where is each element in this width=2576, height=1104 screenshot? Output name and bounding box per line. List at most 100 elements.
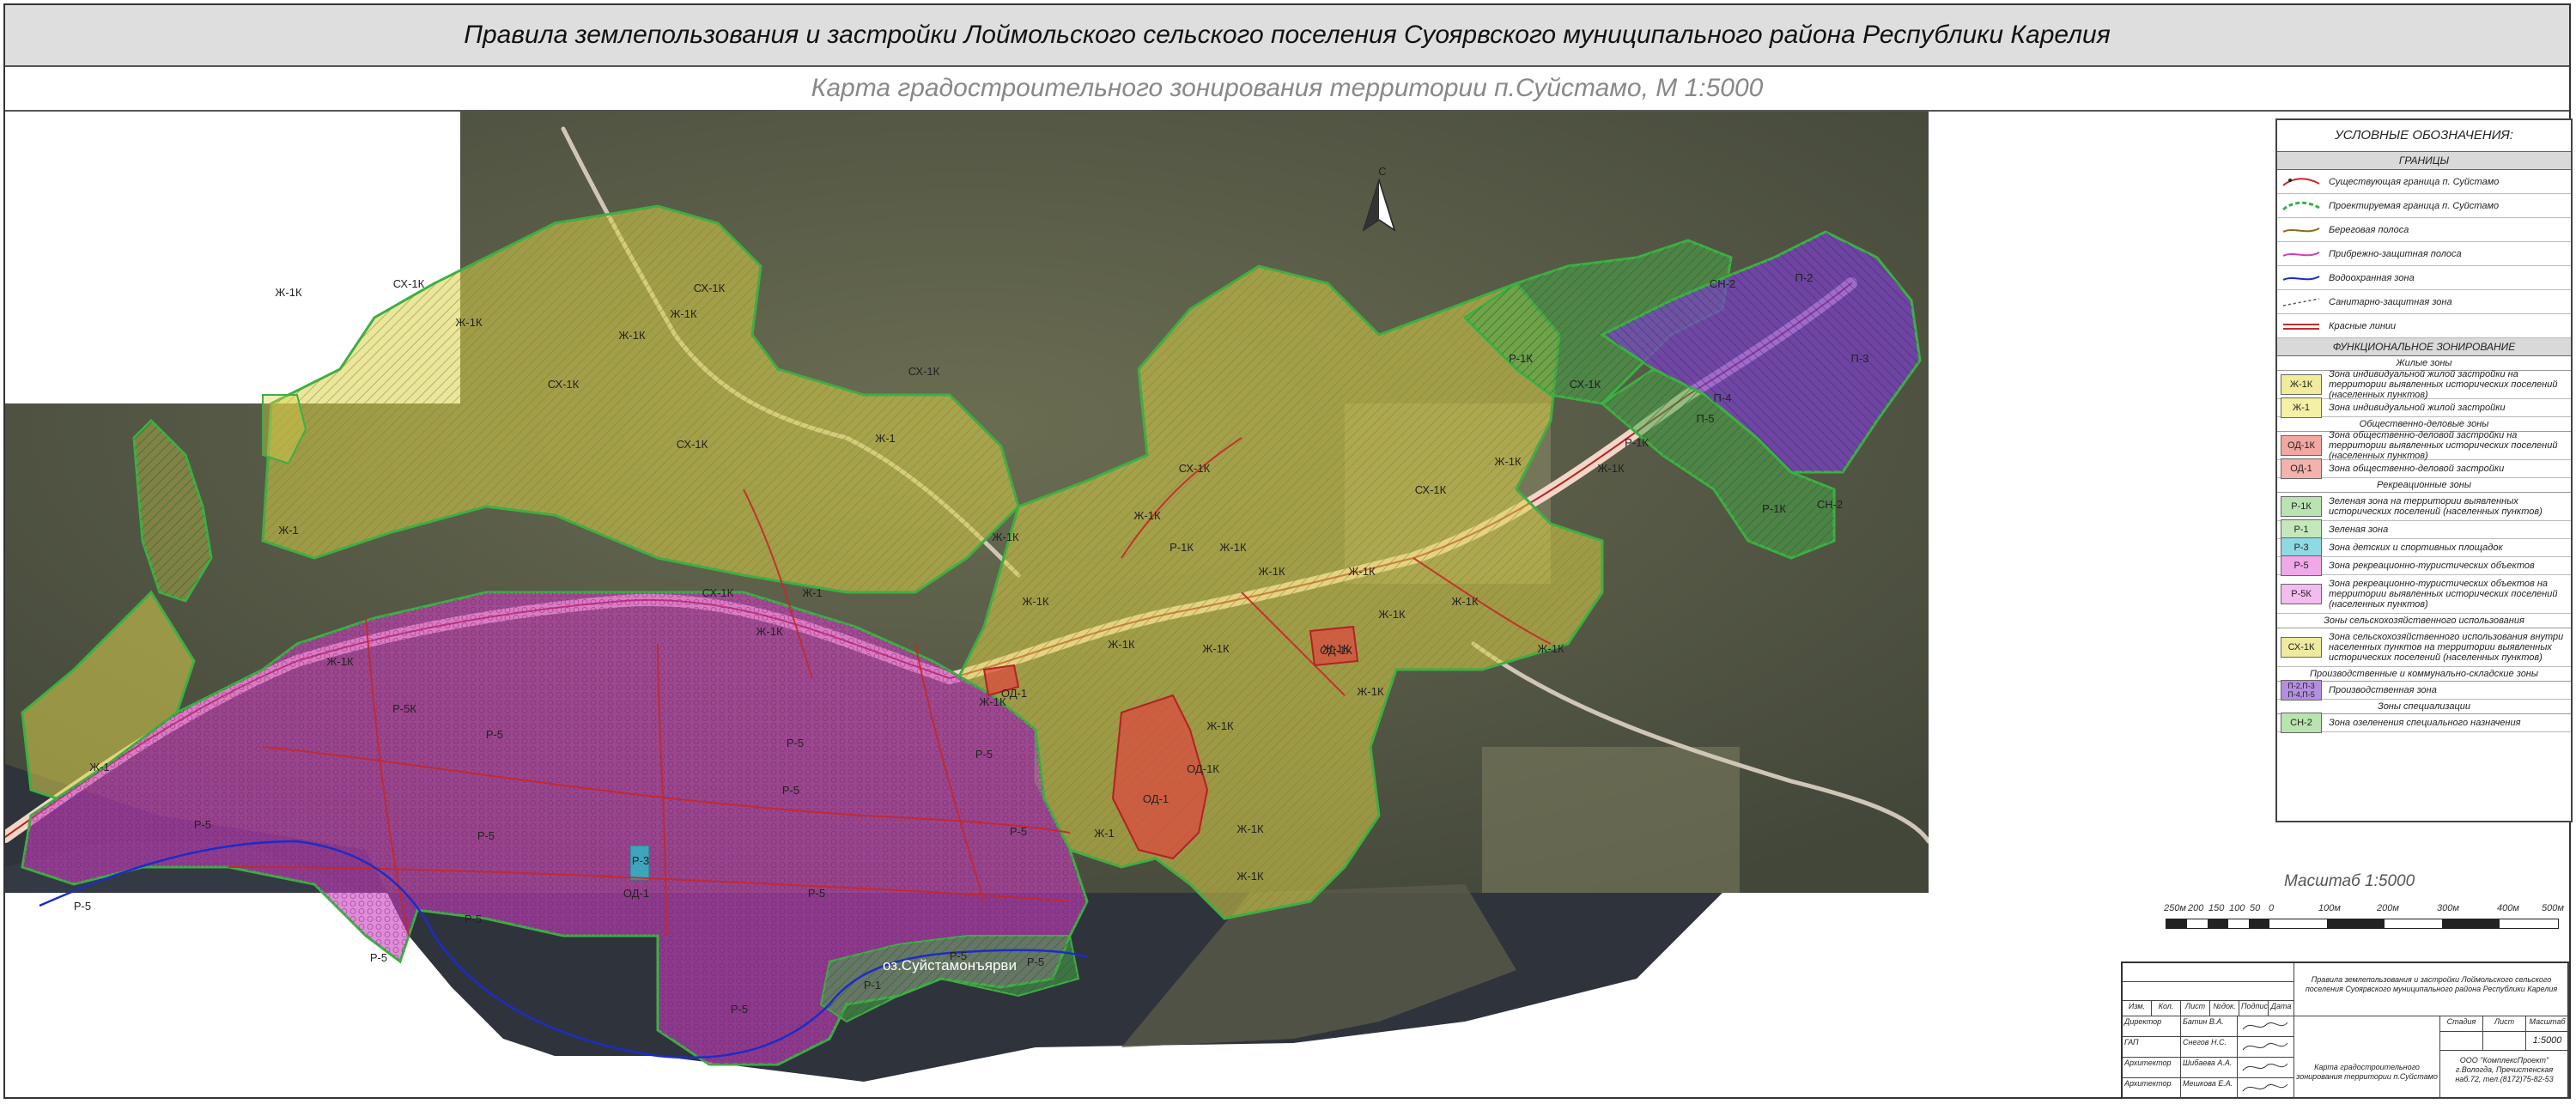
stamp-person-name: Шибаева А.А. bbox=[2181, 1058, 2238, 1078]
zone-label: Ж-1К bbox=[1219, 541, 1247, 554]
legend-zone-item: П-2,П-3 П-4,П-5 Производственная зона bbox=[2277, 680, 2571, 701]
scale-tick-label: 200м bbox=[2377, 903, 2399, 913]
stamp-signature bbox=[2238, 1078, 2294, 1099]
legend-zone-list: Жилые зоны Ж-1К Зона индивидуальной жилой … bbox=[2277, 356, 2571, 733]
stamp-organization: ООО "КомплексПроект" г.Вологда, Пречисте… bbox=[2440, 1051, 2569, 1099]
legend-zone-text: Зона сельскохозяйственного использования… bbox=[2329, 632, 2564, 663]
stamp-sheet-label: Лист bbox=[2483, 1016, 2526, 1032]
legend-border-text: Красные линии bbox=[2329, 320, 2397, 331]
legend-line-symbol-icon bbox=[2277, 247, 2325, 261]
zone-label: ОД-1К bbox=[1187, 762, 1219, 775]
stamp-role: Директор bbox=[2123, 1016, 2181, 1037]
zone-label: Р-1К bbox=[1170, 541, 1194, 554]
legend-swatch: СН-2 bbox=[2281, 713, 2322, 733]
map-subtitle: Карта градостроительного зонирования тер… bbox=[5, 67, 2569, 112]
zoning-map[interactable]: С оз.Суйстамонъярви Ж-1К СХ-1К Ж-1К СХ-1К Ж-… bbox=[5, 112, 1929, 1099]
stamp-role: Архитектор bbox=[2123, 1058, 2181, 1078]
zone-label: Р-5 bbox=[1010, 825, 1027, 838]
zone-label: СХ-1К bbox=[1570, 378, 1601, 391]
zone-label: Р-1К bbox=[1762, 502, 1786, 515]
legend-zone-item: Р-5 Зона рекреационно-туристических объек… bbox=[2277, 555, 2571, 576]
legend-zone-text: Зона рекреационно-туристических объектов bbox=[2329, 561, 2535, 571]
zone-label: Р-5К bbox=[392, 702, 416, 715]
legend-zone-item: ОД-1К Зона общественно-деловой застройки … bbox=[2277, 430, 2571, 461]
zone-label: Ж-1К bbox=[1494, 455, 1522, 468]
zone-label: П-2 bbox=[1795, 271, 1814, 284]
zoning-map-svg[interactable]: С оз.Суйстамонъярви Ж-1КСХ-1КЖ-1КСХ-1КЖ-… bbox=[5, 112, 1929, 1099]
legend-swatch: П-2,П-3 П-4,П-5 bbox=[2281, 680, 2322, 701]
legend-zone-text: Зона озеленения специального назначения bbox=[2329, 718, 2521, 728]
legend-zone-text: Зона рекреационно-туристических объектов… bbox=[2329, 579, 2558, 610]
revision-empty-row bbox=[2123, 963, 2294, 982]
stamp-project-title: Правила землепользования и застройки Лой… bbox=[2294, 963, 2569, 1016]
legend-border-item: Проектируемая граница п. Суйстамо bbox=[2277, 194, 2571, 218]
legend-swatch: Ж-1К bbox=[2281, 374, 2322, 395]
stamp-signature bbox=[2238, 1037, 2294, 1058]
legend-group-title: Рекреационные зоны bbox=[2277, 478, 2571, 493]
stamp-role: ГАП bbox=[2123, 1037, 2181, 1058]
scale-segment bbox=[2187, 919, 2208, 928]
scale-tick-label: 0 bbox=[2269, 903, 2275, 913]
zone-label: Р-5 bbox=[975, 748, 993, 761]
legend-swatch: ОД-1 bbox=[2281, 458, 2322, 479]
legend-zone-text: Зеленая зона на территории выявленных ис… bbox=[2329, 496, 2543, 517]
stamp-column-header: Изм. bbox=[2123, 1001, 2152, 1016]
legend-border-item: Береговая полоса bbox=[2277, 218, 2571, 242]
scale-segment bbox=[2500, 919, 2557, 928]
zone-label: Ж-1 bbox=[278, 524, 299, 537]
scale-bar-graphic bbox=[2166, 919, 2559, 929]
zone-label: Р-5 bbox=[194, 818, 211, 831]
scale-segment bbox=[2228, 919, 2249, 928]
legend-zone-item: Ж-1К Зона индивидуальной жилой застройки … bbox=[2277, 369, 2571, 400]
zone-label: Ж-1К bbox=[1202, 642, 1230, 655]
document-title: Правила землепользования и застройки Лой… bbox=[5, 5, 2569, 67]
zone-label: Ж-1К bbox=[1108, 638, 1135, 651]
legend-border-text: Санитарно-защитная зона bbox=[2329, 296, 2452, 307]
scale-tick-label: 500м bbox=[2542, 903, 2564, 913]
stamp-scale-label: Масштаб bbox=[2526, 1016, 2569, 1032]
legend-swatch: Р-5К bbox=[2281, 584, 2322, 604]
stamp-role: Архитектор bbox=[2123, 1078, 2181, 1099]
zone-label: Ж-1К bbox=[1258, 565, 1285, 578]
scale-segment bbox=[2442, 919, 2500, 928]
legend-border-item: Красные линии bbox=[2277, 314, 2571, 338]
scale-tick-label: 50 bbox=[2250, 903, 2261, 913]
legend-border-text: Существующая граница п. Суйстамо bbox=[2329, 176, 2500, 187]
scale-tick-label: 300м bbox=[2437, 903, 2459, 913]
revision-header-row: Изм.Кол.Лист№док.ПодписьДата bbox=[2123, 1001, 2294, 1016]
zone-label: Ж-1К bbox=[1236, 870, 1264, 883]
legend-swatch: СХ-1К bbox=[2281, 637, 2322, 658]
zone-label: СХ-1К bbox=[677, 438, 708, 451]
zone-label: Ж-1 bbox=[875, 432, 896, 445]
scale-tick-label: 200 bbox=[2188, 903, 2204, 913]
legend-zone-item: Р-5К Зона рекреационно-туристических объе… bbox=[2277, 575, 2571, 614]
legend-line-symbol-icon bbox=[2277, 319, 2325, 333]
legend-swatch: ОД-1К bbox=[2281, 435, 2322, 456]
stamp-column-header: Лист bbox=[2181, 1001, 2210, 1016]
zone-label: Р-5 bbox=[731, 1003, 748, 1016]
zone-label: СХ-1К bbox=[694, 282, 726, 294]
stamp-stage-value bbox=[2440, 1032, 2483, 1051]
zone-label: Ж-1К bbox=[1451, 595, 1479, 608]
legend-zone-item: Р-1К Зеленая зона на территории выявленны… bbox=[2277, 493, 2571, 521]
zone-label: ОД-1 bbox=[1143, 792, 1169, 805]
legend-swatch: Р-5 bbox=[2281, 555, 2322, 576]
zone-label: Ж-1К bbox=[1133, 509, 1161, 522]
scale-tick-label: 100м bbox=[2318, 903, 2341, 913]
stamp-column-header: Дата bbox=[2269, 1001, 2294, 1016]
zone-label: Р-5 bbox=[808, 887, 825, 900]
legend-zone-item: СХ-1К Зона сельскохозяйственного использо… bbox=[2277, 628, 2571, 667]
scale-tick-label: 400м bbox=[2497, 903, 2519, 913]
legend-line-symbol-icon bbox=[2277, 271, 2325, 285]
zone-label: Ж-1 bbox=[89, 761, 110, 773]
scale-bar: Масштаб 1:5000 250м 200 150 100 50 0 100м 200м 3… bbox=[2164, 872, 2564, 941]
stamp-person-name: Мешкова Е.А. bbox=[2181, 1078, 2238, 1099]
legend-zone-text: Зона детских и спортивных площадок bbox=[2329, 543, 2503, 553]
legend-zone-item: Р-3 Зона детских и спортивных площадок bbox=[2277, 537, 2571, 558]
stamp-person-name: Снегов Н.С. bbox=[2181, 1037, 2238, 1058]
map-sheet: Правила землепользования и застройки Лой… bbox=[0, 0, 2576, 1104]
stamp-scale-value: 1:5000 bbox=[2526, 1032, 2569, 1051]
legend-zone-text: Зона индивидуальной жилой застройки на т… bbox=[2329, 369, 2558, 400]
stamp-sheet-value bbox=[2483, 1032, 2526, 1051]
legend-zone-item: Р-1 Зеленая зона bbox=[2277, 519, 2571, 540]
